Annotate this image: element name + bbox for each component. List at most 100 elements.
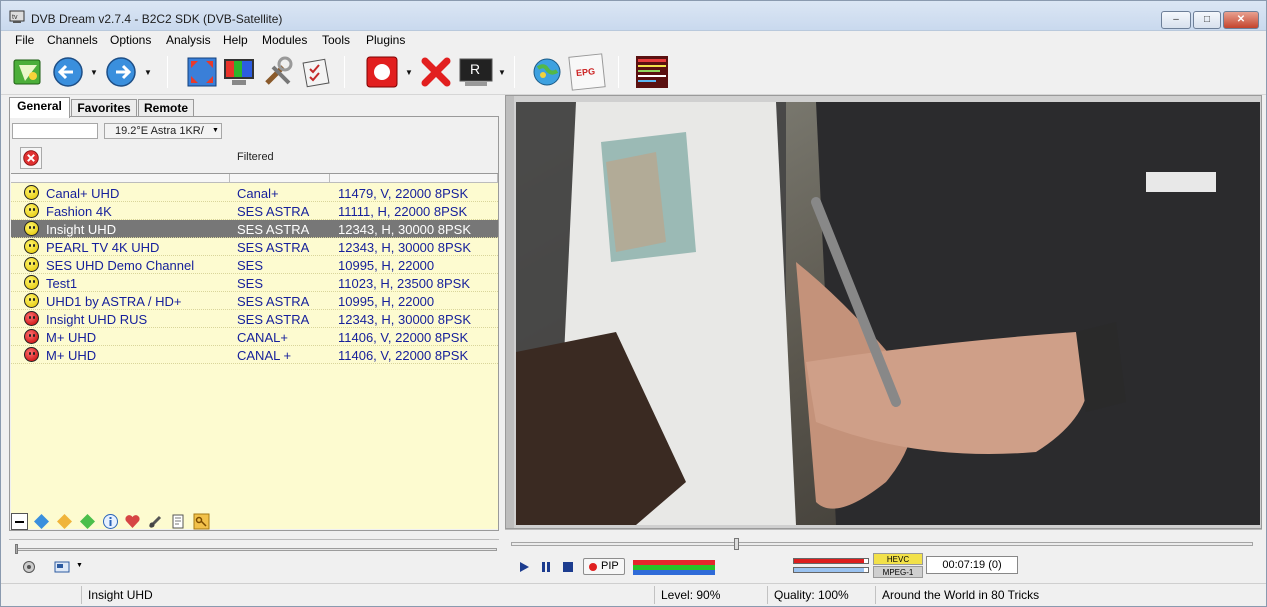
channel-row[interactable]: Insight UHD SES ASTRA 12343, H, 30000 8PSK: [11, 220, 498, 238]
teletext-icon[interactable]: [635, 55, 669, 89]
channel-row[interactable]: Insight UHD RUS SES ASTRA 12343, H, 30000 …: [11, 310, 498, 328]
menu-channels[interactable]: Channels: [45, 33, 100, 47]
menu-options[interactable]: Options: [108, 33, 153, 47]
channel-provider: CANAL +: [237, 348, 292, 363]
channel-name: Insight UHD RUS: [46, 312, 148, 327]
tab-general[interactable]: General: [9, 97, 70, 118]
channel-row[interactable]: M+ UHD CANAL + 11406, V, 22000 8PSK: [11, 346, 498, 364]
channel-name: Test1: [46, 276, 78, 291]
channel-name: UHD1 by ASTRA / HD+: [46, 294, 182, 309]
screen-mode-icon[interactable]: [54, 560, 70, 574]
stop-playback-icon[interactable]: [561, 560, 575, 574]
toolbar-separator: [344, 56, 345, 88]
tv-icon[interactable]: [222, 55, 256, 89]
tab-favorites[interactable]: Favorites: [71, 99, 137, 117]
menu-help[interactable]: Help: [221, 33, 250, 47]
list-header: [11, 174, 498, 183]
settings-tools-icon[interactable]: [261, 55, 295, 89]
status-level: Level: 90%: [654, 586, 764, 604]
codec-audio-badge: MPEG-1: [873, 566, 923, 578]
channel-row[interactable]: Test1 SES 11023, H, 23500 8PSK: [11, 274, 498, 292]
satellite-select[interactable]: 19.2°E Astra 1KR/: [104, 123, 222, 139]
menu-analysis[interactable]: Analysis: [164, 33, 213, 47]
warning-diamond-icon[interactable]: [56, 513, 73, 530]
record-dropdown-icon[interactable]: ▼: [405, 69, 413, 77]
recorder-dropdown-icon[interactable]: ▼: [498, 69, 506, 77]
signal-bad-icon: [24, 329, 39, 344]
channel-row[interactable]: Canal+ UHD Canal+ 11479, V, 22000 8PSK: [11, 184, 498, 202]
chevron-down-icon[interactable]: ▼: [212, 127, 219, 134]
ok-diamond-icon[interactable]: [79, 513, 96, 530]
volume-slider-thumb[interactable]: [15, 544, 18, 554]
channel-transponder: 11479, V, 22000 8PSK: [338, 186, 469, 201]
channel-provider: SES: [237, 276, 264, 291]
forward-icon[interactable]: [104, 55, 138, 89]
menu-modules[interactable]: Modules: [260, 33, 309, 47]
menu-bar: File Channels Options Analysis Help Modu…: [1, 31, 1266, 51]
clear-filter-button[interactable]: [20, 147, 42, 169]
column-header-provider[interactable]: [230, 174, 330, 183]
back-dropdown-icon[interactable]: ▼: [90, 69, 98, 77]
seek-bar[interactable]: [511, 542, 1253, 546]
speaker-icon[interactable]: [22, 560, 36, 574]
info-diamond-icon[interactable]: [33, 513, 50, 530]
pip-button[interactable]: PIP: [583, 558, 625, 575]
minus-icon[interactable]: [11, 513, 28, 530]
quality-meter-2: [793, 567, 869, 573]
list-tools: [9, 511, 499, 533]
title-bar: tv DVB Dream v2.7.4 - B2C2 SDK (DVB-Sate…: [1, 1, 1266, 31]
tab-remote[interactable]: Remote: [138, 99, 194, 117]
channel-row[interactable]: PEARL TV 4K UHD SES ASTRA 12343, H, 30000 …: [11, 238, 498, 256]
back-icon[interactable]: [51, 55, 85, 89]
svg-text:tv: tv: [12, 14, 18, 21]
screen-mode-dropdown-icon[interactable]: ▼: [76, 562, 83, 569]
favorite-icon[interactable]: [124, 513, 141, 530]
delete-icon[interactable]: [170, 513, 187, 530]
close-button[interactable]: ✕: [1223, 11, 1259, 29]
signal-ok-icon: [24, 293, 39, 308]
checklist-icon[interactable]: [299, 55, 333, 89]
channel-provider: SES ASTRA: [237, 240, 310, 255]
channel-name: M+ UHD: [46, 330, 97, 345]
video-display[interactable]: [516, 102, 1260, 525]
volume-panel: ▼: [9, 539, 499, 579]
record-icon[interactable]: [365, 55, 399, 89]
menu-plugins[interactable]: Plugins: [364, 33, 407, 47]
record-dot-icon: [589, 563, 597, 571]
channel-row[interactable]: Fashion 4K SES ASTRA 11111, H, 22000 8PSK: [11, 202, 498, 220]
signal-bad-icon: [24, 347, 39, 362]
column-header-transponder[interactable]: [330, 174, 498, 183]
epg-icon[interactable]: EPG: [568, 53, 606, 91]
channel-name: Fashion 4K: [46, 204, 112, 219]
volume-slider[interactable]: [15, 548, 497, 551]
channel-provider: CANAL+: [237, 330, 288, 345]
play-icon[interactable]: [517, 560, 531, 574]
channel-transponder: 12343, H, 30000 8PSK: [338, 222, 471, 237]
search-input[interactable]: [12, 123, 98, 139]
channel-row[interactable]: UHD1 by ASTRA / HD+ SES ASTRA 10995, H, 22…: [11, 292, 498, 310]
globe-icon[interactable]: [530, 55, 564, 89]
column-header-name[interactable]: [11, 174, 230, 183]
forward-dropdown-icon[interactable]: ▼: [144, 69, 152, 77]
seek-thumb[interactable]: [733, 538, 739, 550]
key-icon[interactable]: [193, 513, 210, 530]
recorder-icon[interactable]: R: [459, 55, 493, 89]
info-icon[interactable]: [102, 513, 119, 530]
channel-name: SES UHD Demo Channel: [46, 258, 195, 273]
signal-ok-icon: [24, 221, 39, 236]
menu-tools[interactable]: Tools: [320, 33, 352, 47]
fullscreen-icon[interactable]: [185, 55, 219, 89]
channel-provider: SES: [237, 258, 264, 273]
maximize-button[interactable]: □: [1193, 11, 1221, 29]
menu-file[interactable]: File: [13, 33, 36, 47]
channel-provider: SES ASTRA: [237, 294, 310, 309]
minimize-button[interactable]: –: [1161, 11, 1191, 29]
channel-row[interactable]: M+ UHD CANAL+ 11406, V, 22000 8PSK: [11, 328, 498, 346]
channel-provider: SES ASTRA: [237, 204, 310, 219]
status-program: Around the World in 80 Tricks: [875, 586, 1260, 604]
pause-icon[interactable]: [539, 560, 553, 574]
channel-row[interactable]: SES UHD Demo Channel SES 10995, H, 22000: [11, 256, 498, 274]
edit-icon[interactable]: [147, 513, 164, 530]
stop-icon[interactable]: [419, 55, 453, 89]
channel-list-icon[interactable]: [11, 55, 45, 89]
